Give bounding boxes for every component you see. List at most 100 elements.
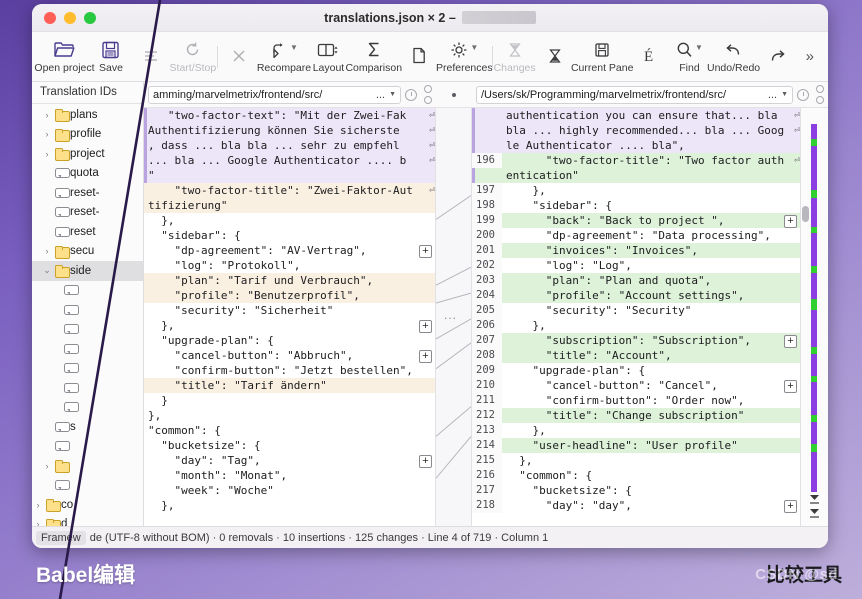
code-line[interactable]: "plan": "Tarif und Verbrauch", <box>144 273 435 288</box>
sidebar-item[interactable]: quota <box>32 164 143 184</box>
history-clock-icon[interactable] <box>797 88 809 101</box>
sidebar-item[interactable]: reset <box>32 222 143 242</box>
sidebar-item[interactable]: reset- <box>32 203 143 223</box>
code-line[interactable]: }, <box>144 213 435 228</box>
code-line[interactable]: "profile": "Benutzerprofil", <box>144 288 435 303</box>
code-line[interactable]: 200 "dp-agreement": "Data processing", <box>472 228 800 243</box>
expand-context-button[interactable]: + <box>784 500 797 513</box>
code-line[interactable]: "log": "Protokoll", <box>144 258 435 273</box>
toolbar-changes-next-button[interactable] <box>535 44 575 70</box>
chevron-right-icon[interactable]: › <box>32 519 44 526</box>
right-path-ellipsis[interactable]: ... <box>764 89 777 101</box>
scrollbar-thumb[interactable] <box>802 206 809 222</box>
code-line[interactable]: } <box>144 393 435 408</box>
expand-context-button[interactable]: + <box>419 245 432 258</box>
code-line[interactable]: }, <box>144 498 435 513</box>
sidebar-item[interactable]: reset- <box>32 183 143 203</box>
right-code-lines[interactable]: authentication you can ensure that... bl… <box>472 108 800 513</box>
code-line[interactable]: "confirm-button": "Jetzt bestellen", <box>144 363 435 378</box>
code-line[interactable]: 201 "invoices": "Invoices", <box>472 243 800 258</box>
map-next-change-icon[interactable] <box>809 494 820 506</box>
code-line[interactable]: , dass ... bla bla ... sehr zu empfehl ⏎ <box>144 138 435 153</box>
code-line[interactable]: tifizierung" <box>144 198 435 213</box>
sidebar-item[interactable] <box>32 359 143 379</box>
chevron-down-icon[interactable]: ⌄ <box>41 265 53 276</box>
sidebar-item[interactable]: › project <box>32 144 143 164</box>
code-line[interactable]: 199 "back": "Back to project ", + <box>472 213 800 228</box>
left-path-input[interactable]: amming/marvelmetrix/frontend/src/ ... ▼ <box>148 85 401 104</box>
left-path-ellipsis[interactable]: ... <box>372 89 385 101</box>
chevron-right-icon[interactable]: › <box>32 500 44 510</box>
code-line[interactable]: "two-factor-title": "Zwei-Faktor-Aut ⏎ <box>144 183 435 198</box>
expand-context-button[interactable]: + <box>784 215 797 228</box>
code-line[interactable]: "month": "Monat", <box>144 468 435 483</box>
toolbar-comparison-button[interactable]: Comparison <box>345 38 402 76</box>
toolbar-redo-button[interactable] <box>758 44 798 70</box>
code-line[interactable]: "sidebar": { <box>144 228 435 243</box>
sidebar-item[interactable] <box>32 281 143 301</box>
toolbar-document-button[interactable] <box>399 44 439 70</box>
sidebar-item[interactable]: › secu <box>32 242 143 262</box>
code-line[interactable]: 210 "cancel-button": "Cancel", + <box>472 378 800 393</box>
toolbar-open-project-button[interactable]: Open project <box>34 38 95 76</box>
code-line[interactable]: 196 "two-factor-title": "Two factor auth… <box>472 153 800 168</box>
chevron-right-icon[interactable]: › <box>41 246 53 256</box>
code-line[interactable]: ... bla ... Google Authenticator .... b ⏎ <box>144 153 435 168</box>
chevron-right-icon[interactable]: › <box>41 461 53 471</box>
code-line[interactable]: "upgrade-plan": { <box>144 333 435 348</box>
diff-map-bar[interactable] <box>811 124 817 492</box>
left-code-lines[interactable]: "two-factor-text": "Mit der Zwei-Fak ⏎ Aut… <box>144 108 435 513</box>
code-line[interactable]: 206 }, <box>472 318 800 333</box>
sidebar-item[interactable]: s <box>32 417 143 437</box>
map-last-change-icon[interactable] <box>809 508 820 520</box>
chevron-down-icon[interactable]: ▼ <box>290 43 298 52</box>
history-clock-icon[interactable] <box>405 88 417 101</box>
expand-context-button[interactable]: + <box>419 455 432 468</box>
sidebar-item[interactable] <box>32 378 143 398</box>
code-line[interactable]: "title": "Tarif ändern" <box>144 378 435 393</box>
sidebar-item[interactable]: › plans <box>32 105 143 125</box>
sidebar-item[interactable] <box>32 320 143 340</box>
code-line[interactable]: 213 }, <box>472 423 800 438</box>
code-line[interactable]: "two-factor-text": "Mit der Zwei-Fak ⏎ <box>144 108 435 123</box>
code-line[interactable]: "cancel-button": "Abbruch", + <box>144 348 435 363</box>
sidebar-item[interactable] <box>32 398 143 418</box>
expand-context-button[interactable]: + <box>419 320 432 333</box>
toolbar-changes-prev-button[interactable]: Changes <box>494 38 536 76</box>
code-line[interactable]: " <box>144 168 435 183</box>
right-path-input[interactable]: /Users/sk/Programming/marvelmetrix/front… <box>476 85 793 104</box>
expand-context-button[interactable]: + <box>419 350 432 363</box>
toolbar-save-button[interactable]: Save <box>91 38 131 76</box>
left-pane-toggle-dots[interactable] <box>421 85 432 104</box>
chevron-right-icon[interactable]: › <box>41 129 53 139</box>
code-line[interactable]: authentication you can ensure that... bl… <box>472 108 800 123</box>
code-line[interactable]: 198 "sidebar": { <box>472 198 800 213</box>
code-line[interactable]: le Authenticator .... bla", <box>472 138 800 153</box>
code-line[interactable]: }, <box>144 408 435 423</box>
code-line[interactable]: 197 }, <box>472 183 800 198</box>
code-line[interactable]: 208 "title": "Account", <box>472 348 800 363</box>
toolbar-encoding-button[interactable]: É <box>629 44 669 70</box>
left-diff-pane[interactable]: "two-factor-text": "Mit der Zwei-Fak ⏎ Aut… <box>144 108 436 526</box>
toolbar-find-button[interactable]: ▼ Find <box>669 38 709 76</box>
code-line[interactable]: "bucketsize": { <box>144 438 435 453</box>
code-line[interactable]: "security": "Sicherheit" <box>144 303 435 318</box>
code-line[interactable]: bla ... highly recommended... bla ... Go… <box>472 123 800 138</box>
expand-context-button[interactable]: + <box>784 380 797 393</box>
sidebar-tree[interactable]: › plans › profile › project quota reset-reset-r… <box>32 104 143 526</box>
chevron-down-icon[interactable]: ▼ <box>695 43 703 52</box>
code-line[interactable]: 215 }, <box>472 453 800 468</box>
toolbar-cancel-button[interactable] <box>219 44 259 70</box>
sidebar-item[interactable]: › <box>32 456 143 476</box>
chevron-down-icon[interactable]: ▼ <box>385 91 396 98</box>
sidebar-item[interactable] <box>32 476 143 496</box>
code-line[interactable]: 202 "log": "Log", <box>472 258 800 273</box>
code-line[interactable]: 216 "common": { <box>472 468 800 483</box>
sidebar-item[interactable]: › co <box>32 495 143 515</box>
code-line[interactable]: entication" <box>472 168 800 183</box>
toolbar-undo-button[interactable]: Undo/Redo <box>707 38 760 76</box>
code-line[interactable]: 205 "security": "Security" <box>472 303 800 318</box>
code-line[interactable]: "common": { <box>144 423 435 438</box>
code-line[interactable]: "day": "Tag", + <box>144 453 435 468</box>
toolbar-start-stop-button[interactable]: Start/Stop <box>170 38 216 76</box>
